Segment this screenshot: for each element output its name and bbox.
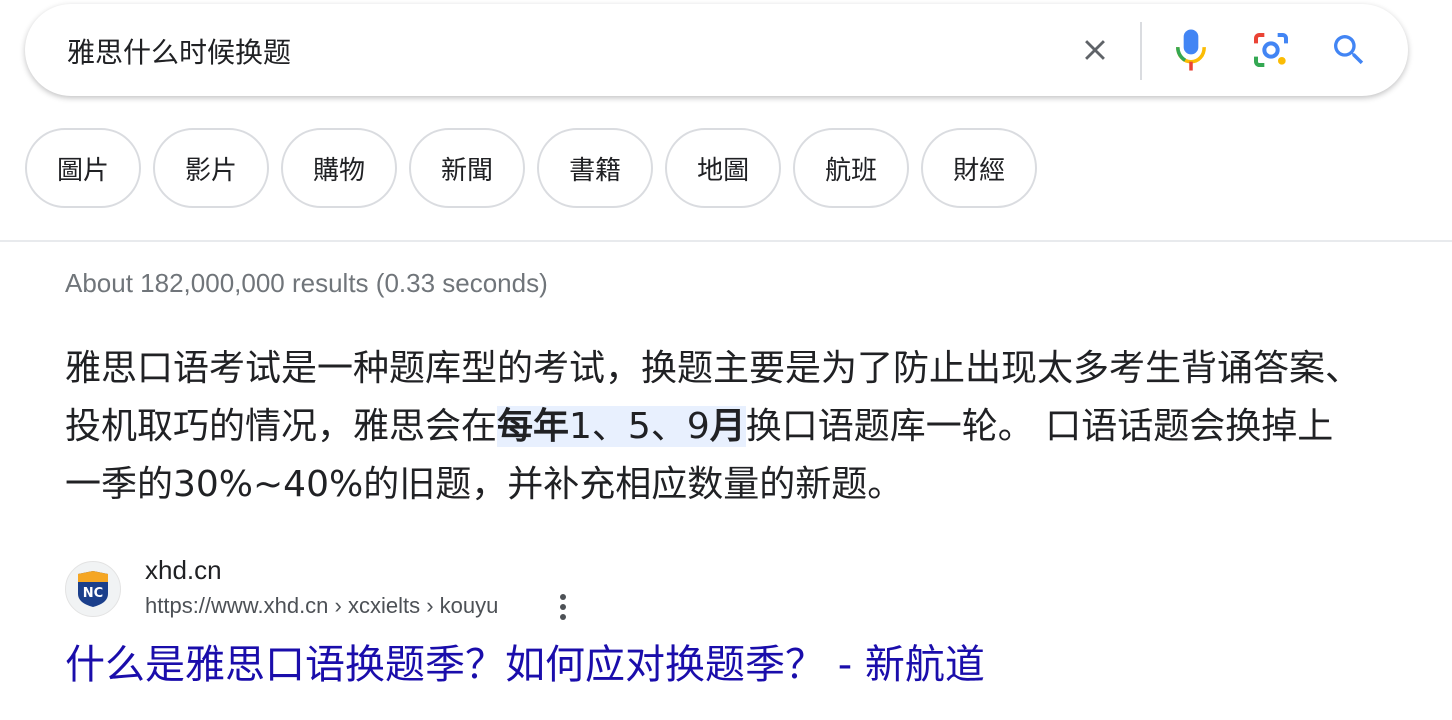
chip-maps[interactable]: 地圖 <box>665 128 782 208</box>
featured-snippet: 雅思口语考试是一种题库型的考试，换题主要是为了防止出现太多考生背诵答案、投机取巧… <box>65 340 1365 514</box>
snippet-highlight-bold-1: 每年 <box>497 406 570 447</box>
search-filter-chips: 圖片 影片 購物 新聞 書籍 地圖 航班 財經 <box>25 128 1038 208</box>
close-icon <box>1085 40 1105 60</box>
site-favicon: NC <box>65 561 121 617</box>
result-title-link[interactable]: 什么是雅思口语换题季？如何应对换题季？ - 新航道 <box>65 632 985 690</box>
chip-shopping[interactable]: 購物 <box>281 128 398 208</box>
clear-search-button[interactable] <box>1071 26 1119 74</box>
result-source[interactable]: NC xhd.cn https://www.xhd.cn › xcxielts … <box>65 555 665 625</box>
header-divider <box>0 240 1452 242</box>
snippet-highlight-bold-2: 月 <box>709 406 746 447</box>
chip-flights[interactable]: 航班 <box>793 128 910 208</box>
camera-lens-icon <box>1254 33 1288 67</box>
chip-images[interactable]: 圖片 <box>25 128 142 208</box>
lens-search-button[interactable] <box>1247 26 1295 74</box>
svg-text:NC: NC <box>83 586 103 601</box>
search-bar-divider <box>1140 22 1142 80</box>
site-url-breadcrumb: https://www.xhd.cn › xcxielts › kouyu <box>145 593 499 618</box>
more-vert-icon <box>560 594 566 620</box>
chip-news[interactable]: 新聞 <box>409 128 526 208</box>
microphone-icon <box>1176 29 1206 71</box>
chip-books[interactable]: 書籍 <box>537 128 654 208</box>
search-input[interactable] <box>67 30 1047 72</box>
result-more-options-button[interactable] <box>551 589 575 625</box>
snippet-highlight: 每年1、5、9月 <box>497 406 746 447</box>
site-name: xhd.cn <box>145 555 222 585</box>
result-stats: About 182,000,000 results (0.33 seconds) <box>65 268 548 298</box>
voice-search-button[interactable] <box>1167 26 1215 74</box>
search-icon <box>1334 35 1364 65</box>
search-bar <box>25 4 1408 96</box>
chip-finance[interactable]: 財經 <box>921 128 1038 208</box>
snippet-highlight-normal: 1、5、9 <box>569 406 710 447</box>
search-button[interactable] <box>1325 26 1373 74</box>
chip-videos[interactable]: 影片 <box>153 128 270 208</box>
xhd-logo-icon: NC <box>78 571 108 607</box>
